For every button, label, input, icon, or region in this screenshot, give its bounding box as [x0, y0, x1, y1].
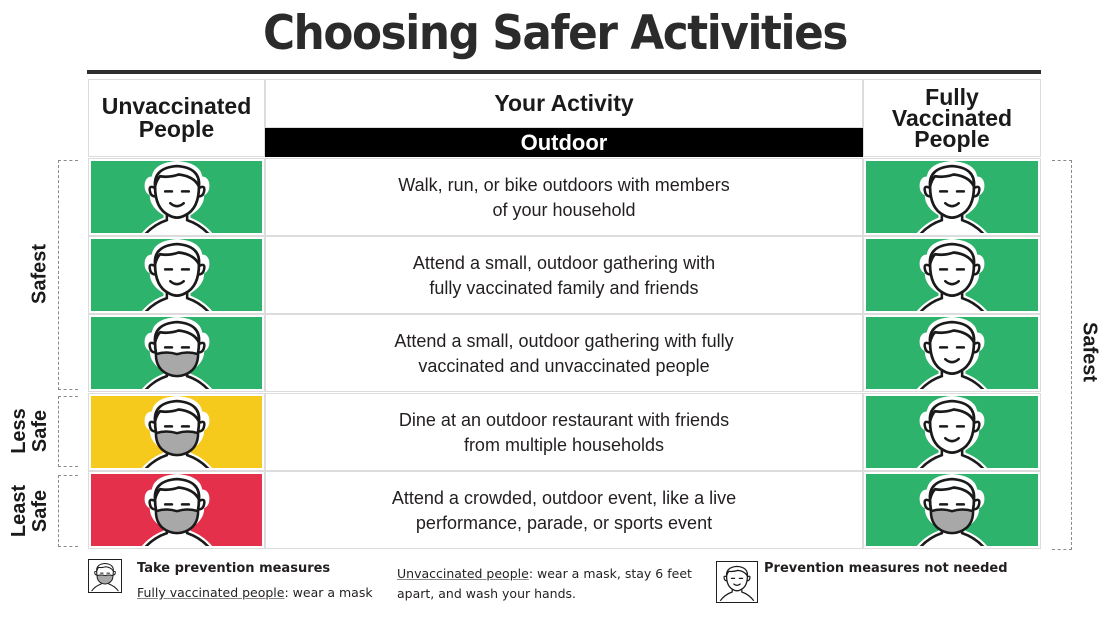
activity-row: Attend a small, outdoor gathering with f…	[88, 314, 1041, 392]
vaccinated-risk-cell	[863, 393, 1041, 471]
less-safe-bracket	[58, 396, 78, 467]
unvaccinated-risk-cell	[88, 314, 265, 392]
header-unvaccinated-line2: People	[138, 116, 215, 142]
header-your-activity: Your Activity	[265, 79, 863, 128]
vaccinated-risk-swatch-green	[866, 317, 1038, 389]
activity-description: Attend a small, outdoor gathering with fu…	[265, 236, 863, 314]
smiling-face-icon	[716, 561, 758, 603]
legend-unvaccinated-label: Unvaccinated people	[397, 566, 529, 581]
title-divider	[87, 70, 1041, 74]
legend-prevention-title: Take prevention measures	[137, 561, 331, 576]
activity-text-line: from multiple households	[463, 435, 665, 455]
legend-unvaccinated-desc2: apart, and wash your hands.	[397, 586, 577, 601]
vaccinated-risk-swatch-green	[866, 396, 1038, 468]
header-unvaccinated: Unvaccinated People	[88, 79, 265, 157]
activity-row: Dine at an outdoor restaurant with frien…	[88, 393, 1041, 471]
activity-description: Dine at an outdoor restaurant with frien…	[265, 393, 863, 471]
unvaccinated-risk-cell	[88, 158, 265, 236]
scale-label-least-safe: Least Safe	[8, 484, 51, 538]
vaccinated-risk-cell	[863, 471, 1041, 549]
less-safe-line1: Less	[8, 408, 30, 454]
activity-description: Attend a small, outdoor gathering with f…	[265, 314, 863, 392]
activity-row: Attend a crowded, outdoor event, like a …	[88, 471, 1041, 549]
scale-label-less-safe: Less Safe	[8, 408, 51, 454]
header-vaccinated: Fully Vaccinated People	[863, 79, 1041, 157]
legend-unvaccinated-desc: : wear a mask, stay 6 feet	[528, 566, 692, 581]
legend-not-needed-title: Prevention measures not needed	[764, 561, 1008, 576]
safest-bracket-left	[58, 160, 78, 390]
scale-label-safest-right: Safest	[1078, 321, 1101, 383]
unvaccinated-risk-swatch-red	[91, 474, 262, 546]
legend-unvaccinated-text: Unvaccinated people: wear a mask, stay 6…	[397, 564, 692, 604]
vaccinated-risk-cell	[863, 314, 1041, 392]
activity-description: Walk, run, or bike outdoors with members…	[265, 158, 863, 236]
unvaccinated-risk-cell	[88, 236, 265, 314]
masked-face-icon	[88, 559, 122, 593]
least-safe-line1: Least	[8, 484, 30, 538]
legend-vaccinated-text: Fully vaccinated people: wear a mask	[137, 583, 373, 603]
vaccinated-risk-swatch-green	[866, 161, 1038, 233]
unvaccinated-risk-cell	[88, 393, 265, 471]
unvaccinated-risk-swatch-green	[91, 239, 262, 311]
vaccinated-risk-swatch-green	[866, 239, 1038, 311]
unvaccinated-risk-swatch-green	[91, 161, 262, 233]
activity-text-line: Attend a small, outdoor gathering with f…	[394, 331, 734, 351]
unvaccinated-risk-swatch-yellow	[91, 396, 262, 468]
header-vaccinated-line3: People	[914, 125, 990, 152]
unvaccinated-risk-swatch-green	[91, 317, 262, 389]
activity-row: Walk, run, or bike outdoors with members…	[88, 158, 1041, 236]
activity-description: Attend a crowded, outdoor event, like a …	[265, 471, 863, 549]
safest-bracket-right	[1052, 160, 1072, 550]
scale-label-safest-left: Safest	[28, 243, 51, 305]
activity-text-line: Attend a small, outdoor gathering with	[412, 253, 716, 273]
header-outdoor-bar: Outdoor	[265, 128, 863, 157]
activity-text-line: Attend a crowded, outdoor event, like a …	[391, 488, 737, 508]
activity-text-line: Walk, run, or bike outdoors with members	[398, 175, 730, 195]
legend-vaccinated-desc: : wear a mask	[284, 585, 373, 600]
activity-text-line: Dine at an outdoor restaurant with frien…	[398, 410, 730, 430]
less-safe-line2: Safe	[29, 409, 51, 453]
least-safe-line2: Safe	[29, 489, 51, 533]
vaccinated-risk-cell	[863, 158, 1041, 236]
activity-row: Attend a small, outdoor gathering with fu…	[88, 236, 1041, 314]
activity-text-line: performance, parade, or sports event	[415, 513, 713, 533]
page-title: Choosing Safer Activities	[262, 6, 848, 61]
activity-text-line: fully vaccinated family and friends	[429, 278, 699, 298]
activity-text-line: vaccinated and unvaccinated people	[418, 356, 710, 376]
vaccinated-risk-cell	[863, 236, 1041, 314]
activity-text-line: of your household	[492, 200, 636, 220]
vaccinated-risk-swatch-green	[866, 474, 1038, 546]
legend-vaccinated-label: Fully vaccinated people	[137, 585, 285, 600]
least-safe-bracket	[58, 475, 78, 547]
unvaccinated-risk-cell	[88, 471, 265, 549]
